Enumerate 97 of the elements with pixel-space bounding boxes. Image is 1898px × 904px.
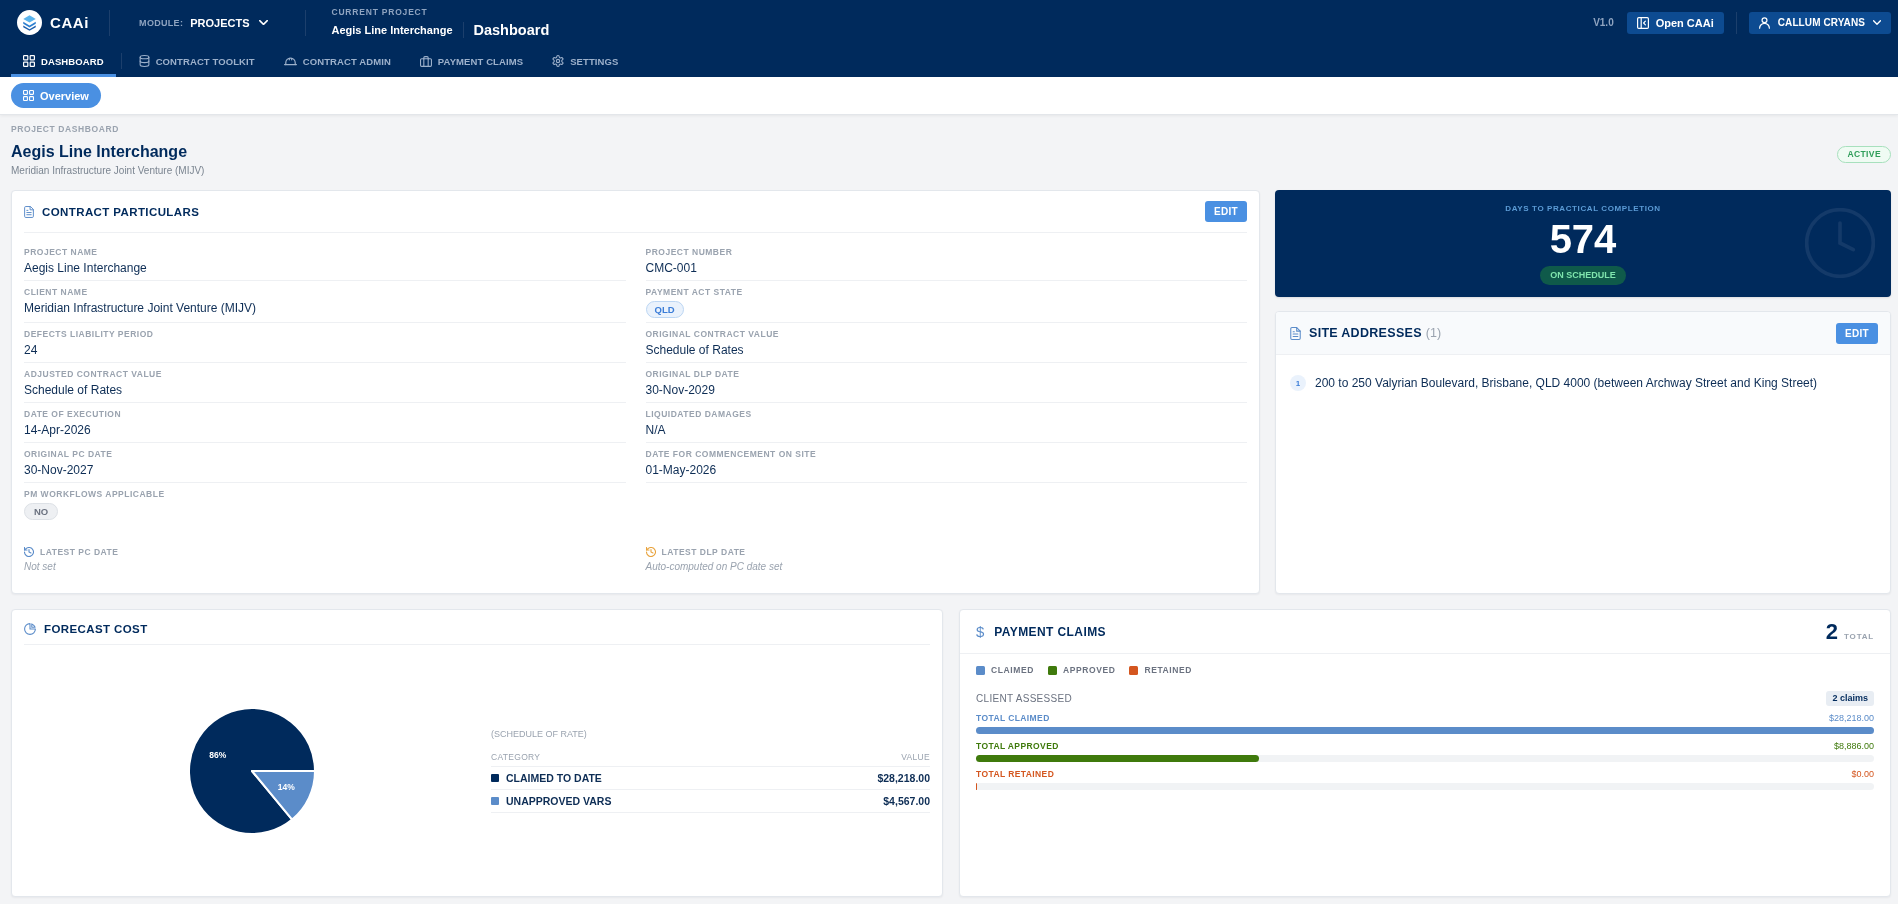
current-project-name: Aegis Line Interchange — [331, 24, 453, 36]
version-label: V1.0 — [1593, 17, 1614, 28]
open-app-button[interactable]: Open CAAi — [1626, 11, 1724, 34]
address-count: (1) — [1425, 326, 1442, 340]
column-header: VALUE — [901, 752, 930, 762]
pie-chart-icon — [24, 622, 36, 635]
edit-button[interactable]: EDIT — [1205, 201, 1247, 222]
nav-tab[interactable]: SETTINGS — [540, 45, 631, 77]
card-title: SITE ADDRESSES — [1309, 326, 1422, 340]
field-value: 24 — [24, 342, 39, 358]
bar-value: $8,886.00 — [1833, 741, 1874, 751]
field-label: ORIGINAL CONTRACT VALUE — [645, 329, 780, 340]
table-cell: CLAIMED TO DATE — [506, 772, 602, 784]
countdown-value: 574 — [1549, 219, 1617, 259]
countdown-label: DAYS TO PRACTICAL COMPLETION — [1505, 203, 1661, 215]
nav-tab[interactable]: CONTRACT ADMIN — [271, 45, 403, 77]
field-label: LATEST DLP DATE — [661, 546, 746, 558]
hard-hat-icon — [283, 56, 297, 66]
legend-label: RETAINED — [1144, 665, 1193, 675]
card-title: FORECAST COST — [44, 622, 148, 635]
dollar-icon: $ — [976, 623, 985, 640]
address-text: 200 to 250 Valyrian Boulevard, Brisbane, QLD 4000 (between Archway Street and King Street) — [1315, 376, 1818, 390]
module-dropdown[interactable]: PROJECTS — [190, 16, 269, 29]
grid-icon — [23, 55, 35, 67]
state-tag: QLD — [645, 301, 684, 318]
project-title: Aegis Line Interchange — [11, 142, 189, 162]
field-label: PM WORKFLOWS APPLICABLE — [24, 489, 166, 500]
bar-label: TOTAL APPROVED — [976, 741, 1059, 751]
field-value: Not set — [24, 560, 57, 573]
field-label: LATEST PC DATE — [40, 546, 119, 558]
total-label: TOTAL — [1844, 631, 1874, 641]
slice-label: 86% — [208, 749, 226, 760]
bar-value: $28,218.00 — [1828, 713, 1874, 723]
field-label: ORIGINAL PC DATE — [24, 449, 114, 460]
nav-tab[interactable]: CONTRACT TOOLKIT — [126, 45, 267, 77]
claims-count-badge: 2 claims — [1826, 690, 1874, 706]
field-value: CMC-001 — [645, 260, 698, 276]
card-title: PAYMENT CLAIMS — [994, 624, 1106, 639]
database-icon — [138, 55, 150, 67]
table-caption: (SCHEDULE OF RATE) — [491, 728, 588, 740]
field-label: CLIENT NAME — [24, 287, 89, 298]
bar-value: $0.00 — [1851, 769, 1874, 779]
overview-tab[interactable]: Overview — [11, 83, 101, 108]
address-number: 1 — [1290, 375, 1306, 391]
status-badge: ACTIVE — [1837, 146, 1891, 163]
panel-icon — [1636, 16, 1649, 29]
field-value: Auto-computed on PC date set — [645, 560, 784, 573]
total-count: 2 — [1825, 618, 1839, 645]
field-label: ADJUSTED CONTRACT VALUE — [24, 369, 163, 380]
document-icon — [1290, 326, 1301, 340]
field-label: PROJECT NUMBER — [645, 247, 734, 258]
field-label: PAYMENT ACT STATE — [645, 287, 744, 298]
page-eyebrow: PROJECT DASHBOARD — [11, 124, 120, 135]
bar-label: TOTAL RETAINED — [976, 769, 1055, 779]
user-icon — [1758, 16, 1770, 29]
field-label: PROJECT NAME — [24, 247, 99, 258]
field-value: N/A — [645, 422, 667, 438]
field-value: 14-Apr-2026 — [24, 422, 92, 438]
current-project-label: CURRENT PROJECT — [331, 7, 429, 18]
flag-badge: NO — [24, 503, 59, 520]
legend-label: CLAIMED — [991, 665, 1034, 675]
user-menu-button[interactable]: CALLUM CRYANS — [1748, 11, 1891, 34]
field-value: 30-Nov-2029 — [645, 382, 716, 398]
document-icon — [24, 205, 34, 218]
chevron-down-icon — [1873, 20, 1881, 25]
chevron-down-icon — [259, 20, 269, 25]
table-cell: UNAPPROVED VARS — [506, 795, 612, 807]
card-title: CONTRACT PARTICULARS — [42, 205, 200, 218]
briefcase-icon — [419, 55, 432, 67]
edit-button[interactable]: EDIT — [1836, 322, 1878, 344]
field-label: DATE FOR COMMENCEMENT ON SITE — [645, 449, 818, 460]
brand-name: CAAi — [50, 14, 90, 31]
field-value: Schedule of Rates — [645, 342, 745, 358]
table-cell: $28,218.00 — [877, 772, 930, 784]
field-label: DEFECTS LIABILITY PERIOD — [24, 329, 155, 340]
field-label: LIQUIDATED DAMAGES — [645, 409, 753, 420]
page-title: Dashboard — [473, 22, 550, 38]
module-label: MODULE: — [139, 17, 184, 28]
slice-label: 14% — [277, 781, 295, 792]
field-label: ORIGINAL DLP DATE — [645, 369, 741, 380]
field-value: 01-May-2026 — [645, 462, 718, 478]
project-client: Meridian Infrastructure Joint Venture (MIJV) — [11, 164, 205, 177]
field-value: Meridian Infrastructure Joint Venture (MIJV) — [24, 300, 258, 316]
table-cell: $4,567.00 — [883, 795, 930, 807]
gear-icon — [552, 55, 565, 67]
field-value: 30-Nov-2027 — [24, 462, 95, 478]
section-label: CLIENT ASSESSED — [976, 692, 1073, 704]
grid-icon — [23, 90, 34, 101]
field-value: Schedule of Rates — [24, 382, 124, 398]
field-label: DATE OF EXECUTION — [24, 409, 123, 420]
schedule-badge: ON SCHEDULE — [1540, 266, 1626, 285]
legend-label: APPROVED — [1062, 665, 1116, 675]
column-header: CATEGORY — [491, 752, 541, 762]
bar-label: TOTAL CLAIMED — [976, 713, 1050, 723]
nav-tab[interactable]: PAYMENT CLAIMS — [407, 45, 536, 77]
field-value: Aegis Line Interchange — [24, 260, 148, 276]
logo-icon — [17, 10, 42, 35]
